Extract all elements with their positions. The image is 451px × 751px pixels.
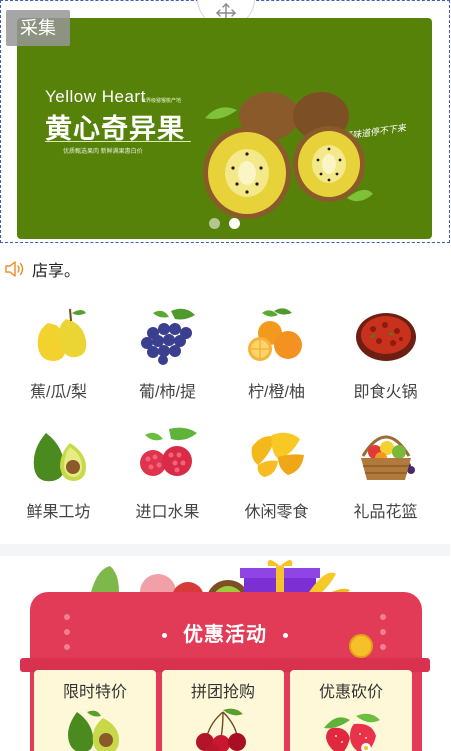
carousel-dot-1[interactable] [209,218,220,229]
banner-carousel[interactable]: 采集 Yellow Heart 世界级猕猴桃产地 黄心奇异果 优质甄选果肉 新鲜… [0,0,450,243]
category-label: 休闲零食 [244,504,309,521]
banner-brand-en: Yellow Heart [45,87,146,106]
orange-icon [247,308,302,361]
category-label: 进口水果 [135,504,200,521]
notice-bar[interactable]: 店享。 [4,258,80,280]
carousel-dot-2[interactable] [229,218,240,229]
category-item[interactable]: 柠/橙/柚 [222,300,331,412]
notice-text: 店享。 [32,263,81,280]
category-grid: 蕉/瓜/梨 葡/柿/提 柠/橙/柚 即食火锅 鲜果工坊 进口水果 休闲零食 礼品… [0,300,450,532]
deal-label: 限时特价 [62,684,127,701]
section-divider [0,544,450,556]
strawberry-icon [324,713,380,751]
pear-icon [37,308,86,361]
deal-list: 限时特价 拼团抢购 优惠砍价 [34,670,412,751]
promo-title: 优惠活动 [0,618,450,647]
category-label: 礼品花篮 [353,504,418,521]
deal-card-bargain[interactable]: 优惠砍价 [290,670,412,751]
collect-button[interactable]: 采集 [6,10,70,46]
raspberry-icon [139,427,197,476]
deal-label: 优惠砍价 [318,684,383,701]
category-item[interactable]: 进口水果 [113,420,222,532]
cherry-icon [196,708,246,751]
banner-divider [45,141,191,142]
hotpot-icon [355,313,416,361]
promo-title-text: 优惠活动 [183,624,267,646]
avocado-icon [68,710,119,751]
category-item[interactable]: 鲜果工坊 [4,420,113,532]
speaker-icon [5,261,24,277]
deal-card-flash-sale[interactable]: 限时特价 [34,670,156,751]
category-item[interactable]: 蕉/瓜/梨 [4,300,113,412]
category-label: 即食火锅 [353,384,418,401]
category-item[interactable]: 葡/柿/提 [113,300,222,412]
grape-icon [140,308,195,365]
avocado-icon [33,433,86,482]
banner-subtitle: 优质甄选果肉 新鲜满果惠白价 [63,149,143,155]
banner-brand-tag: 世界级猕猴桃产地 [141,98,182,104]
deal-card-group-buy[interactable]: 拼团抢购 [162,670,284,751]
category-label: 蕉/瓜/梨 [30,384,87,401]
carousel-indicators [209,218,240,229]
category-item[interactable]: 休闲零食 [222,420,331,532]
mango-icon [251,432,304,477]
category-item[interactable]: 即食火锅 [331,300,440,412]
fruit-basket-icon [360,435,415,480]
kiwi-icon [203,92,373,219]
deal-label: 拼团抢购 [190,684,255,701]
category-label: 柠/橙/柚 [248,384,305,401]
category-label: 鲜果工坊 [26,504,91,521]
category-item[interactable]: 礼品花篮 [331,420,440,532]
category-label: 葡/柿/提 [139,384,196,401]
promo-section: 优惠活动 限时特价 拼团抢购 优惠砍价 [0,556,450,751]
banner-slide[interactable]: Yellow Heart 世界级猕猴桃产地 黄心奇异果 优质甄选果肉 新鲜满果惠… [17,18,432,239]
